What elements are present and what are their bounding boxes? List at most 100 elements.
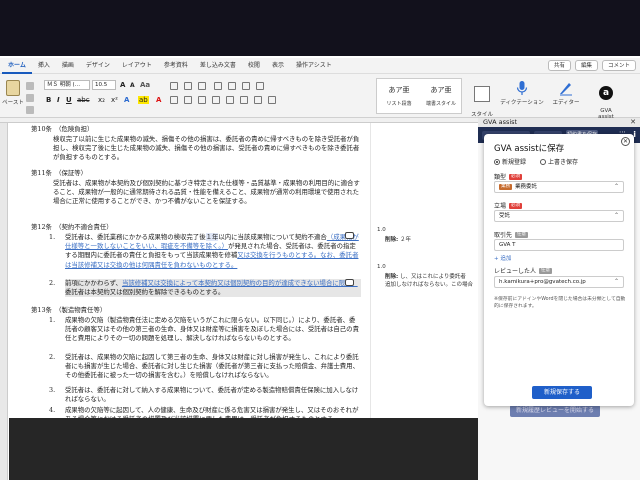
category-tag: 業務 xyxy=(499,183,512,190)
change-number: 1.0 xyxy=(377,227,386,233)
tab-review[interactable]: 校閲 xyxy=(242,58,266,74)
add-party-link[interactable]: + 追加 xyxy=(494,254,511,262)
font-size-select[interactable]: 10.5 xyxy=(92,80,116,90)
reviewer-label: レビューした人 任意 xyxy=(494,267,553,275)
chevron-down-icon: ⌃ xyxy=(613,183,619,190)
style-header[interactable]: あア亜 端書スタイル xyxy=(421,81,461,111)
deletion-balloon[interactable]: 削除: ２年 xyxy=(385,235,411,243)
tab-insert[interactable]: 挿入 xyxy=(32,58,56,74)
list-number: 3. xyxy=(49,386,56,394)
gva-assist-button[interactable]: a GVA assist xyxy=(586,76,626,120)
highlight-icon[interactable]: ab xyxy=(138,96,149,104)
tab-tell-me[interactable]: 操作アシスト xyxy=(290,58,338,74)
styles-gallery: あア亜 リスト段落 あア亜 端書スタイル xyxy=(376,78,462,114)
strikethrough-icon[interactable]: abc xyxy=(77,96,90,104)
line-spacing-icon[interactable] xyxy=(240,96,248,104)
superscript-icon[interactable]: x² xyxy=(111,96,118,104)
article-12-item-2: 前項にかかわらず、当該修補又は交換によって本契約又は個別契約の目的が達成できない… xyxy=(65,279,361,298)
tab-design[interactable]: デザイン xyxy=(80,58,116,74)
document-page[interactable]: 第10条 （危険負担） 検収完了以前に生じた成果物の滅失、損傷その他の損害は、委… xyxy=(9,123,370,418)
sort-icon[interactable] xyxy=(242,82,250,90)
italic-icon[interactable]: I xyxy=(57,96,60,104)
article-12-item-1: 受託者は、委託業務にかかる成果物の検収完了後１年以内に当該成果物について契約不適… xyxy=(65,233,359,269)
tab-layout[interactable]: レイアウト xyxy=(116,58,158,74)
stance-label: 立場 必須 xyxy=(494,202,523,210)
increase-indent-icon[interactable] xyxy=(228,82,236,90)
align-left-icon[interactable] xyxy=(170,96,178,104)
close-icon[interactable]: ✕ xyxy=(621,137,630,146)
microphone-icon xyxy=(514,80,530,96)
copy-icon[interactable] xyxy=(26,94,34,102)
highlighted-change[interactable]: １年 xyxy=(205,233,219,241)
deletion-balloon[interactable]: 削除: し、又はこれにより委託者 xyxy=(385,272,466,280)
text-effects-icon[interactable]: A xyxy=(124,96,129,104)
borders-icon[interactable] xyxy=(268,96,276,104)
tab-mailings[interactable]: 差し込み文書 xyxy=(194,58,242,74)
start-review-button: 新規履歴レビューを開始する xyxy=(510,405,600,417)
font-color-icon[interactable]: A xyxy=(156,96,161,104)
dictation-button[interactable]: ディクテーション xyxy=(500,76,544,116)
article-12-heading: 第12条 （契約不適合責任） xyxy=(31,223,113,231)
required-badge: 必須 xyxy=(509,202,523,209)
tab-home[interactable]: ホーム xyxy=(2,58,32,74)
party-input[interactable]: GVA T xyxy=(494,239,624,251)
title-bar xyxy=(0,0,640,56)
radio-unselected-icon xyxy=(540,158,546,165)
underline-icon[interactable]: U xyxy=(66,96,72,104)
decrease-indent-icon[interactable] xyxy=(214,82,222,90)
ribbon-toolbar: ペースト ＭＳ 明朝 (… 10.5 A A Aa B I U abc x₂ x… xyxy=(0,74,640,126)
new-save-button[interactable]: 新規保存する xyxy=(532,386,592,399)
deletion-balloon-cont: 追加しなければならない。この場合 xyxy=(385,282,474,288)
comment-icon[interactable] xyxy=(345,232,354,239)
bullets-icon[interactable] xyxy=(170,82,178,90)
reviewer-select[interactable]: h.kamikura+pro@gvatech.co.jp ⌃ xyxy=(494,276,624,288)
font-name-select[interactable]: ＭＳ 明朝 (… xyxy=(44,80,90,90)
align-right-icon[interactable] xyxy=(198,96,206,104)
edit-mode-button[interactable]: 編集 xyxy=(574,60,598,71)
chevron-down-icon: ⌃ xyxy=(613,278,619,285)
optional-badge: 任意 xyxy=(515,231,529,238)
list-number: 2. xyxy=(49,279,56,287)
gva-logo-icon: a xyxy=(599,86,613,100)
paste-button[interactable]: ペースト xyxy=(2,74,24,118)
radio-new-registration[interactable]: 新規登録 xyxy=(494,157,526,166)
dialog-title: GVA assistに保存 xyxy=(494,144,565,154)
inserted-text[interactable]: 当該修補又は交換によって本契約又は個別契約の目的が達成できない場合に限り、 xyxy=(122,279,358,287)
distribute-icon[interactable] xyxy=(226,96,234,104)
pane-close-icon[interactable]: ✕ xyxy=(630,118,636,127)
radio-overwrite[interactable]: 上書き保存 xyxy=(540,157,578,166)
style-list-paragraph[interactable]: あア亜 リスト段落 xyxy=(379,81,419,111)
clear-format-icon[interactable]: Aa xyxy=(140,81,150,89)
bold-icon[interactable]: B xyxy=(46,96,51,104)
multilevel-list-icon[interactable] xyxy=(198,82,206,90)
tab-view[interactable]: 表示 xyxy=(266,58,290,74)
tab-draw[interactable]: 描画 xyxy=(56,58,80,74)
vertical-ruler xyxy=(0,123,8,480)
tab-references[interactable]: 参考資料 xyxy=(158,58,194,74)
numbering-icon[interactable] xyxy=(184,82,192,90)
article-13-item-3: 受託者は、委託者に対して納入する成果物について、委託者が定める製造物賠償責任保険… xyxy=(65,386,359,404)
required-badge: 必須 xyxy=(509,173,523,180)
format-painter-icon[interactable] xyxy=(26,106,34,114)
comment-icon[interactable] xyxy=(345,279,354,286)
auto-save-note: ※保存前にアドインやWordを閉じた場合は未分類として自動的に保存されます。 xyxy=(494,297,626,309)
ribbon-tabs: ホーム 挿入 描画 デザイン レイアウト 参考資料 差し込み文書 校閲 表示 操… xyxy=(0,58,640,74)
comment-button[interactable]: コメント xyxy=(601,60,636,71)
article-10-body: 検収完了以前に生じた成果物の滅失、損傷その他の損害は、委託者の責めに帰すべきもの… xyxy=(53,135,360,162)
subscript-icon[interactable]: x₂ xyxy=(98,96,105,104)
shading-icon[interactable] xyxy=(254,96,262,104)
shrink-font-icon[interactable]: A xyxy=(130,82,135,89)
share-button[interactable]: 共有 xyxy=(547,60,571,71)
editor-button[interactable]: エディター xyxy=(546,76,586,116)
cut-icon[interactable] xyxy=(26,82,34,90)
justify-icon[interactable] xyxy=(212,96,220,104)
radio-selected-icon xyxy=(494,158,500,165)
stance-select[interactable]: 受託 ⌃ xyxy=(494,210,624,222)
show-marks-icon[interactable] xyxy=(256,82,264,90)
align-center-icon[interactable] xyxy=(184,96,192,104)
article-10-heading: 第10条 （危険負担） xyxy=(31,125,94,133)
styles-pane-button[interactable]: スタイル ウィンドウ xyxy=(462,76,502,126)
editor-pen-icon xyxy=(558,80,574,96)
type-select[interactable]: 業務 業務委託 ⌃ xyxy=(494,181,624,193)
grow-font-icon[interactable]: A xyxy=(120,81,125,89)
